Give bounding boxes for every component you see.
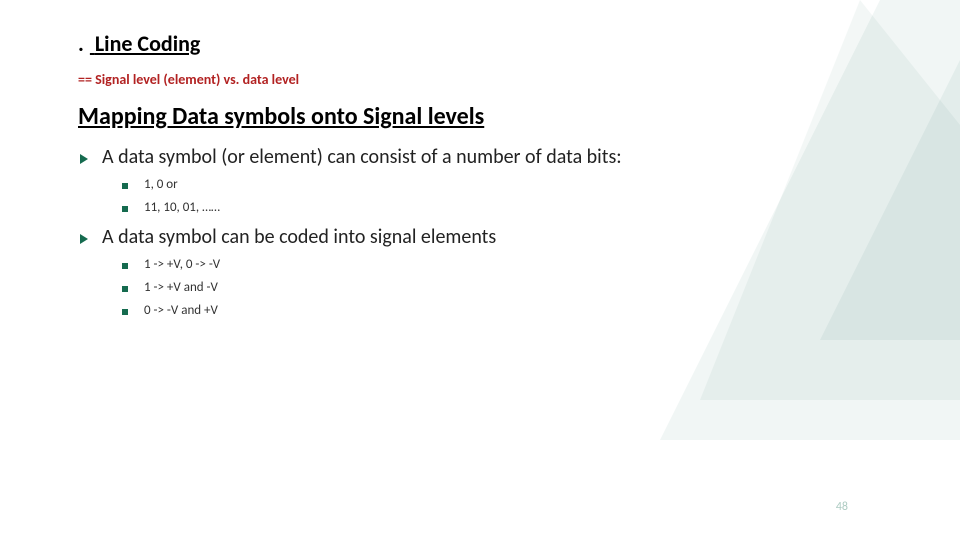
list-subitem: 0 -> -V and +V — [122, 303, 882, 318]
list-subitem-text: 0 -> -V and +V — [144, 303, 218, 318]
chevron-right-icon — [80, 234, 88, 244]
list-subitem: 1 -> +V and -V — [122, 280, 882, 295]
list-subitem: 1, 0 or — [122, 177, 882, 192]
subline-prefix: == — [78, 71, 92, 88]
page-title: . Line Coding — [78, 30, 882, 57]
section-heading: Mapping Data symbols onto Signal levels — [78, 102, 882, 131]
subline-text: Signal level (element) vs. data level — [95, 71, 299, 88]
slide: . Line Coding == Signal level (element) … — [0, 0, 960, 540]
list-subitem-text: 11, 10, 01, …… — [144, 200, 220, 215]
page-number: 48 — [836, 500, 848, 514]
subline: == Signal level (element) vs. data level — [78, 71, 882, 88]
square-bullet-icon — [122, 309, 128, 315]
list-item-text: A data symbol (or element) can consist o… — [102, 145, 622, 169]
square-bullet-icon — [122, 206, 128, 212]
list-subitem: 11, 10, 01, …… — [122, 200, 882, 215]
list-item: A data symbol can be coded into signal e… — [80, 225, 882, 249]
list-subitem-text: 1 -> +V, 0 -> -V — [144, 257, 220, 272]
list-item: A data symbol (or element) can consist o… — [80, 145, 882, 169]
square-bullet-icon — [122, 263, 128, 269]
list-subitem: 1 -> +V, 0 -> -V — [122, 257, 882, 272]
chevron-right-icon — [80, 154, 88, 164]
list-subitem-text: 1 -> +V and -V — [144, 280, 218, 295]
square-bullet-icon — [122, 183, 128, 189]
square-bullet-icon — [122, 286, 128, 292]
list-subitem-text: 1, 0 or — [144, 177, 178, 192]
title-text: Line Coding — [95, 30, 200, 57]
list-item-text: A data symbol can be coded into signal e… — [102, 225, 496, 249]
title-lead-dot: . — [78, 30, 84, 57]
